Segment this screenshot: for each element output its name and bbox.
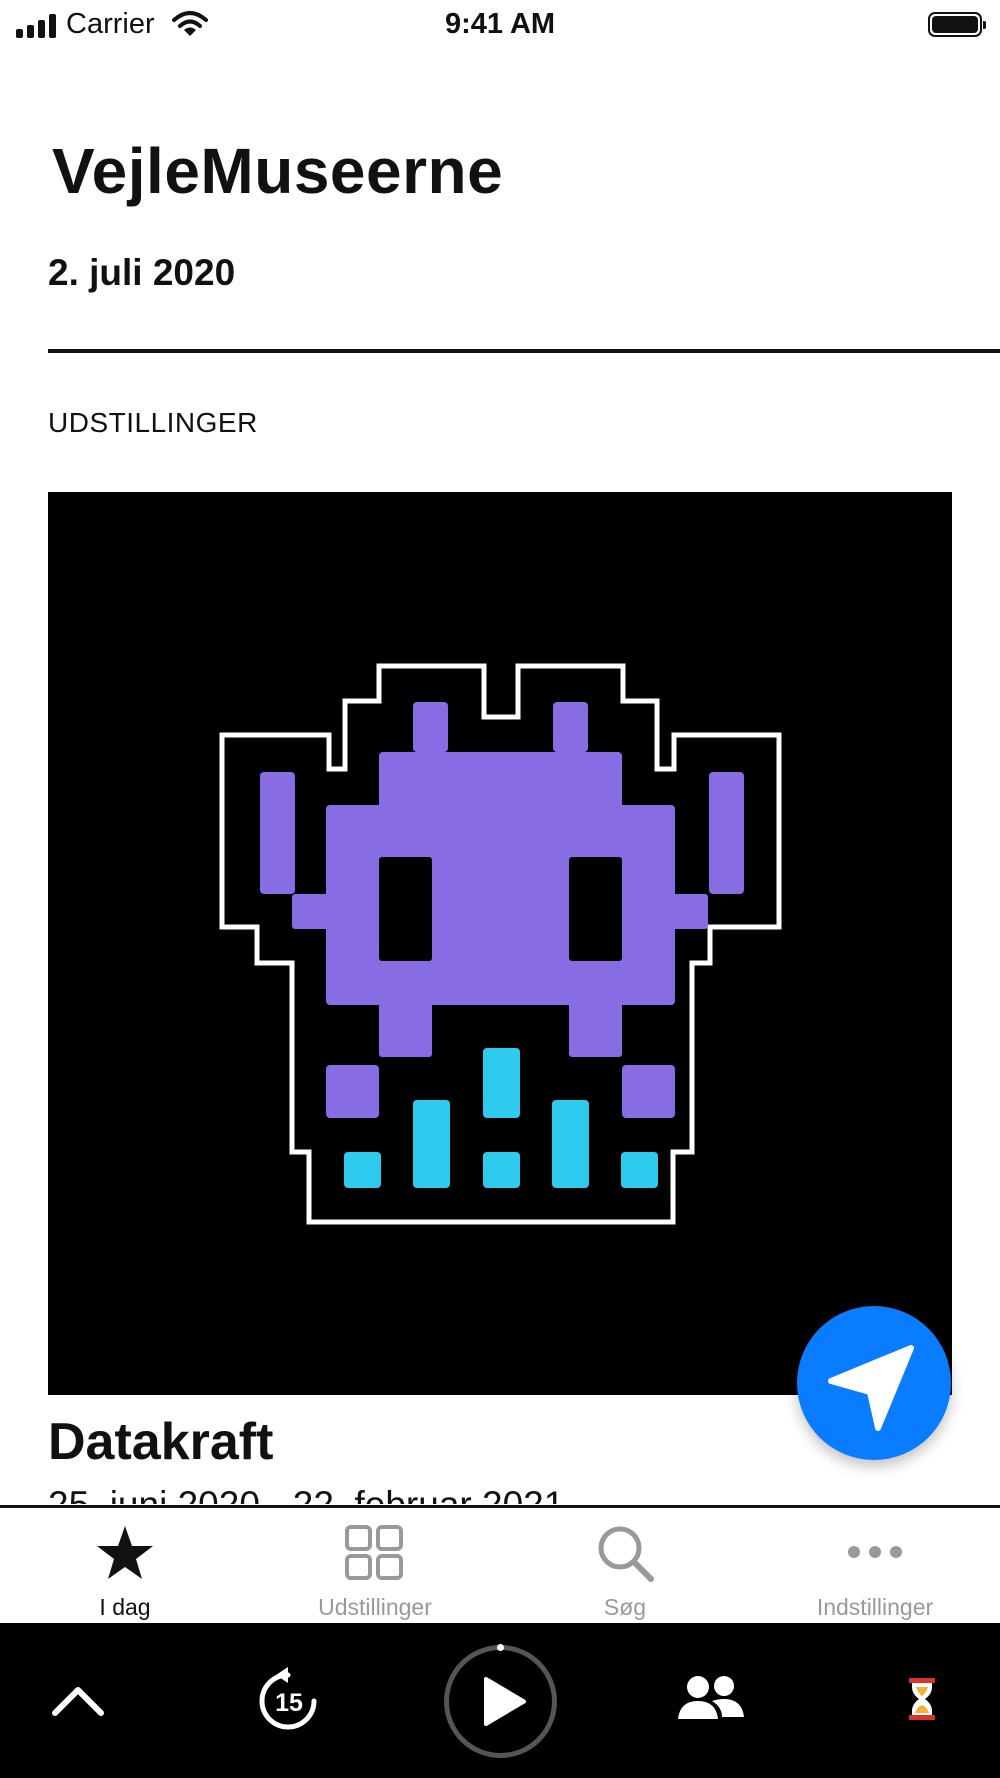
tab-udstillinger[interactable]: Udstillinger [250,1508,500,1623]
star-icon [97,1526,153,1579]
status-bar: Carrier 9:41 AM [0,0,1000,50]
tab-label: Søg [603,1594,647,1620]
search-icon [598,1526,654,1582]
chevron-up-icon[interactable] [50,1673,106,1729]
more-icon [848,1546,902,1558]
exhibition-dates: 25. juni 2020 - 22. februar 2021 [48,1486,564,1504]
exhibition-image[interactable] [48,492,952,1395]
grid-icon [345,1525,403,1580]
navigation-arrow-icon [828,1345,914,1431]
player-bar: 15 [0,1623,1000,1778]
play-button[interactable] [443,1644,558,1759]
header-divider [48,349,1000,353]
tab-label: I dag [99,1594,151,1620]
tab-indstillinger[interactable]: Indstillinger [750,1508,1000,1623]
pixel-invader-illustration [219,663,782,1225]
status-time: 9:41 AM [444,8,556,40]
group-icon[interactable] [676,1673,746,1723]
rewind-15-icon[interactable]: 15 [258,1667,322,1733]
navigate-button[interactable] [797,1306,951,1460]
play-icon [484,1677,526,1726]
hourglass-icon[interactable] [908,1677,936,1721]
tab-bar: I dag Udstillinger Søg Indstillinger [0,1508,1000,1623]
rewind-seconds-label: 15 [275,1689,303,1717]
page-title: VejleMuseerne [52,135,504,207]
battery-icon [928,12,986,37]
exhibition-title[interactable]: Datakraft [48,1412,273,1472]
section-heading: UDSTILLINGER [48,407,258,438]
tab-soeg[interactable]: Søg [500,1508,750,1623]
current-date: 2. juli 2020 [48,252,236,293]
tab-i-dag[interactable]: I dag [0,1508,250,1623]
tab-label: Udstillinger [318,1594,432,1620]
tab-label: Indstillinger [816,1594,934,1620]
